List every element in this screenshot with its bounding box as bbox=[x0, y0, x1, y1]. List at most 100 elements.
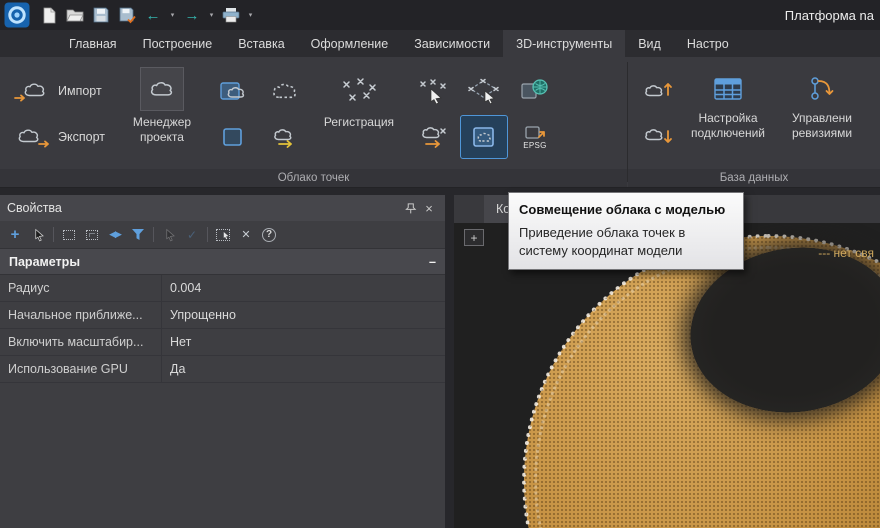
align-cloud-with-model-button[interactable] bbox=[459, 115, 508, 159]
forward-arrow-icon: → bbox=[184, 6, 200, 24]
registration-button[interactable]: Регистрация bbox=[313, 61, 405, 167]
cloud-import-icon bbox=[14, 83, 45, 101]
app-window: ← ▾ → ▾ ▾ Платформа na Главная Построени… bbox=[0, 0, 880, 528]
prop-value[interactable]: Нет bbox=[162, 329, 445, 355]
sparse-cloud-button[interactable] bbox=[262, 70, 308, 112]
convert-cloud-button[interactable] bbox=[262, 116, 308, 158]
export-button[interactable]: Экспорт bbox=[6, 116, 113, 158]
app-logo-icon[interactable] bbox=[4, 2, 30, 28]
group-body: Настройка подключений Управлени ревизиям… bbox=[628, 57, 880, 169]
pin-button[interactable] bbox=[402, 199, 420, 217]
redo-button[interactable]: → bbox=[180, 3, 204, 27]
prop-value[interactable]: 0.004 bbox=[162, 275, 445, 301]
export-label: Экспорт bbox=[58, 130, 105, 144]
cloud-download-button[interactable] bbox=[634, 116, 680, 158]
save-all-button[interactable] bbox=[115, 3, 139, 27]
connection-settings-button[interactable]: Настройка подключений bbox=[685, 61, 771, 167]
title-bar: ← ▾ → ▾ ▾ Платформа na bbox=[0, 0, 880, 30]
undo-button[interactable]: ← bbox=[141, 3, 165, 27]
open-file-button[interactable] bbox=[63, 3, 87, 27]
database-table-icon bbox=[714, 78, 742, 100]
ribbon-group-point-cloud: Импорт Экспорт Менеджер проекта Регистра… bbox=[0, 57, 627, 187]
fence-select-icon bbox=[86, 229, 98, 240]
dotted-cloud-icon bbox=[273, 83, 296, 99]
print-button[interactable] bbox=[219, 3, 243, 27]
section-box-button[interactable] bbox=[211, 116, 257, 158]
window-title: Платформа na bbox=[784, 7, 874, 23]
pick-box-icon bbox=[216, 228, 230, 241]
remove-points-button[interactable]: ✕ bbox=[238, 226, 254, 244]
qat-customize-dropdown[interactable]: ▾ bbox=[245, 3, 256, 27]
tab-label: 3D-инструменты bbox=[516, 36, 613, 51]
prop-row-radius: Радиус 0.004 bbox=[0, 275, 445, 302]
apply-selection-button[interactable]: ✓ bbox=[184, 226, 200, 244]
cloud-upload-button[interactable] bbox=[634, 70, 680, 112]
tab-vid[interactable]: Вид bbox=[625, 30, 674, 57]
parameters-section-header[interactable]: Параметры – bbox=[0, 249, 445, 275]
print-icon bbox=[222, 8, 240, 23]
revision-management-button[interactable]: Управлени ревизиями bbox=[776, 61, 868, 167]
cloud-in-box-icon bbox=[220, 82, 245, 100]
revision-management-label: Управлени ревизиями bbox=[791, 111, 853, 140]
geo-locate-button[interactable] bbox=[512, 70, 558, 112]
tab-vstavka[interactable]: Вставка bbox=[225, 30, 297, 57]
undo-dropdown[interactable]: ▾ bbox=[167, 3, 178, 27]
clip-cloud-button[interactable] bbox=[211, 70, 257, 112]
main-area: Свойства × + ◀ ▶ ✓ ✕ ? Параметры – Радиу… bbox=[0, 195, 880, 528]
lasso-select-button[interactable] bbox=[161, 226, 177, 244]
prop-value[interactable]: Да bbox=[162, 356, 445, 382]
cloud-icon bbox=[150, 82, 173, 96]
prop-value[interactable]: Упрощенно bbox=[162, 302, 445, 328]
toolbar-separator bbox=[207, 227, 208, 242]
tab-zavisimosti[interactable]: Зависимости bbox=[401, 30, 503, 57]
help-icon: ? bbox=[262, 227, 276, 242]
window-select-button[interactable] bbox=[61, 226, 77, 244]
cloud-download-icon bbox=[645, 129, 672, 143]
help-button[interactable]: ? bbox=[261, 226, 277, 244]
tab-label: Построение bbox=[142, 36, 213, 51]
dropdown-icon: ▾ bbox=[209, 12, 214, 19]
select-points-button[interactable] bbox=[410, 70, 456, 112]
connection-status-text: --- нет свя bbox=[818, 246, 874, 260]
tab-label: Настро bbox=[686, 36, 729, 51]
epsg-icon bbox=[525, 125, 545, 139]
connection-settings-label: Настройка подключений bbox=[691, 111, 765, 140]
tab-label: Вид bbox=[638, 36, 661, 51]
filter-button[interactable] bbox=[130, 226, 146, 244]
dropdown-icon: ▾ bbox=[170, 12, 175, 19]
icon-frame bbox=[713, 67, 743, 111]
select-arrow-button[interactable] bbox=[30, 226, 46, 244]
redo-dropdown[interactable]: ▾ bbox=[206, 3, 217, 27]
remove-cloud-points-button[interactable] bbox=[410, 116, 456, 158]
tab-postroenie[interactable]: Построение bbox=[130, 30, 226, 57]
toolbar-separator bbox=[153, 227, 154, 242]
pin-icon bbox=[405, 202, 417, 213]
tab-label: Вставка bbox=[238, 36, 285, 51]
add-points-button[interactable]: + bbox=[7, 226, 23, 244]
icon-frame bbox=[338, 67, 380, 115]
tab-oformlenie[interactable]: Оформление bbox=[298, 30, 402, 57]
fence-points-button[interactable] bbox=[461, 70, 507, 112]
polygon-points-icon bbox=[468, 78, 499, 104]
group-label-database: База данных bbox=[628, 169, 880, 187]
box-globe-icon bbox=[521, 79, 548, 99]
viewport-add-view-button[interactable]: + bbox=[464, 229, 484, 246]
fence-select-button[interactable] bbox=[84, 226, 100, 244]
section-title: Параметры bbox=[9, 254, 80, 269]
ribbon: Импорт Экспорт Менеджер проекта Регистра… bbox=[0, 57, 880, 188]
project-manager-button[interactable]: Менеджер проекта bbox=[118, 61, 206, 167]
new-file-button[interactable] bbox=[37, 3, 61, 27]
group-label-point-cloud: Облако точек bbox=[0, 169, 627, 187]
pick-box-button[interactable] bbox=[215, 226, 231, 244]
tab-3d-instrumenty[interactable]: 3D-инструменты bbox=[503, 30, 626, 57]
save-button[interactable] bbox=[89, 3, 113, 27]
toolbar-separator bbox=[53, 227, 54, 242]
properties-panel-title: Свойства bbox=[7, 201, 62, 215]
import-button[interactable]: Импорт bbox=[6, 70, 113, 112]
mirror-button[interactable]: ◀ ▶ bbox=[107, 226, 123, 244]
epsg-button[interactable]: EPSG bbox=[512, 116, 558, 158]
tab-glavnaya[interactable]: Главная bbox=[56, 30, 130, 57]
tab-nastroyki[interactable]: Настро bbox=[674, 30, 742, 57]
close-panel-button[interactable]: × bbox=[420, 199, 438, 217]
plus-icon: + bbox=[10, 226, 20, 243]
